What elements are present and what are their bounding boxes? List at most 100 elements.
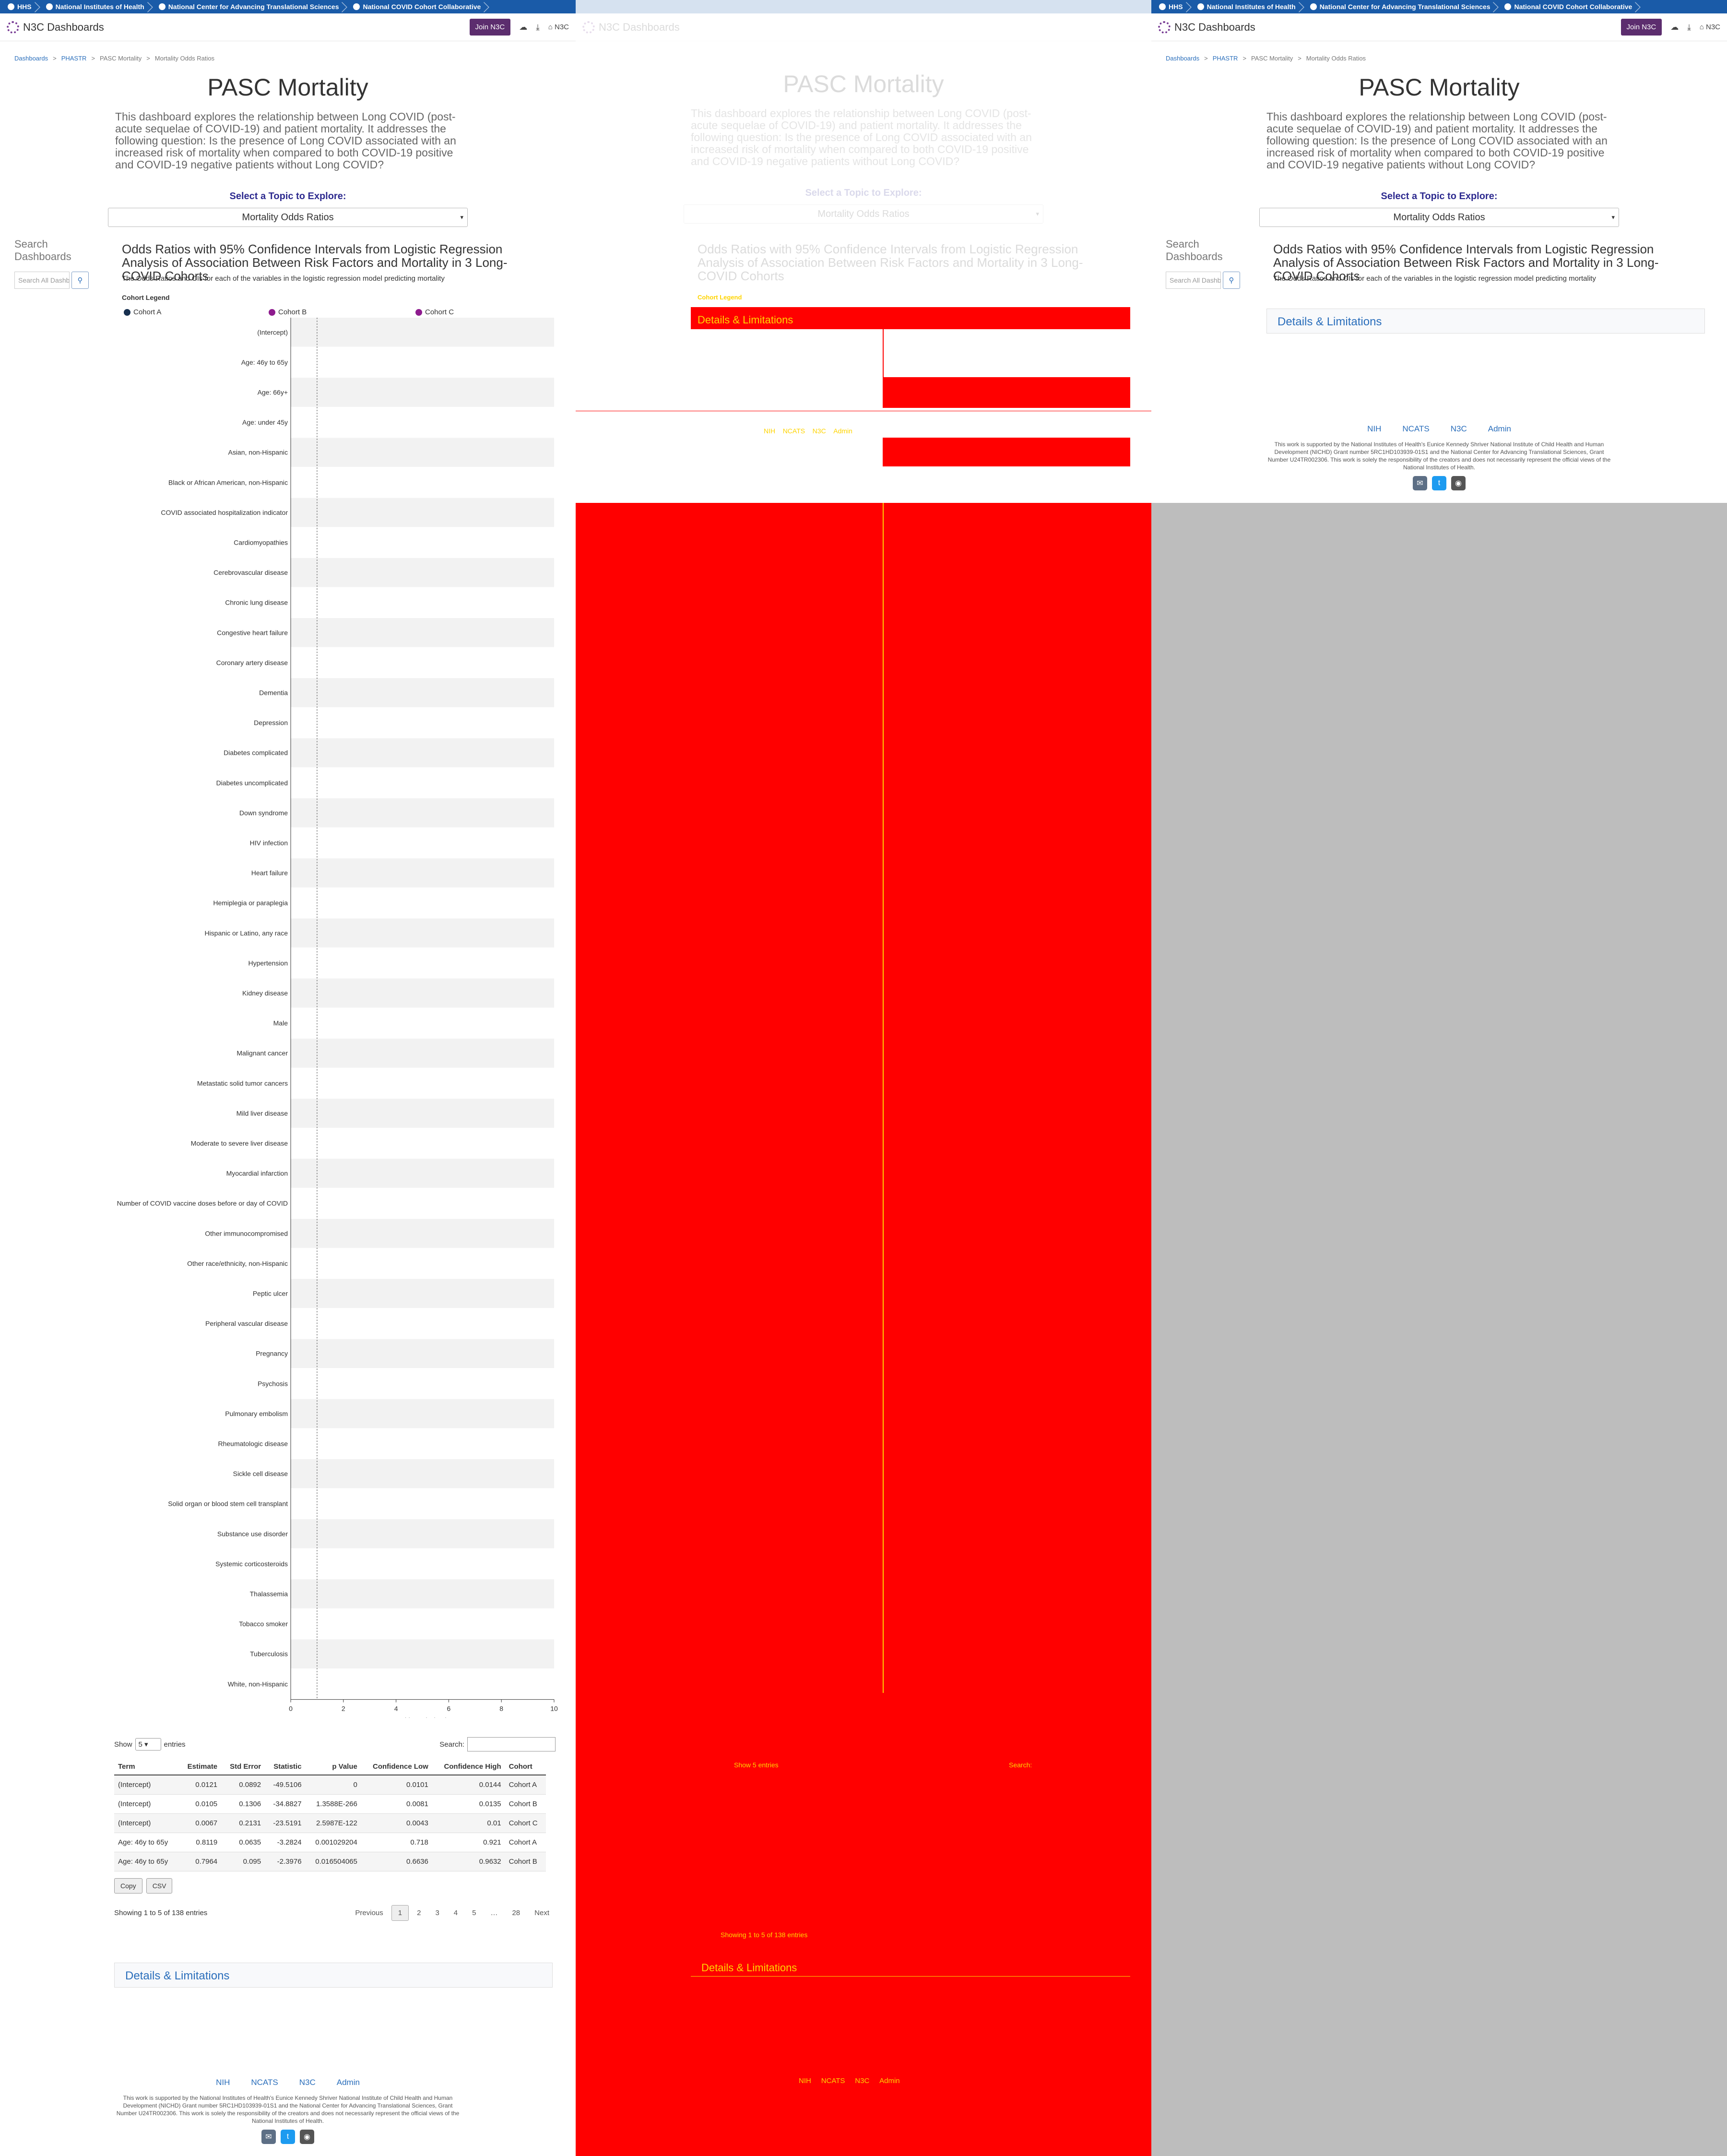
table-search-label: Search: bbox=[1009, 1761, 1032, 1769]
chart-highlight-block bbox=[883, 438, 1130, 466]
topic-select[interactable]: Mortality Odds Ratios bbox=[1259, 208, 1619, 227]
n3c-crumb[interactable]: National COVID Cohort Collaborative bbox=[349, 0, 491, 13]
table-cell: 0.0067 bbox=[179, 1813, 222, 1833]
table-cell: 0.7964 bbox=[179, 1852, 222, 1871]
twitter-icon[interactable]: t bbox=[1432, 476, 1446, 490]
breadcrumb-phastr[interactable]: PHASTR bbox=[1213, 55, 1238, 62]
table-cell: 0.9632 bbox=[432, 1852, 505, 1871]
table-cell: 0.6636 bbox=[361, 1852, 432, 1871]
column-header[interactable]: p Value bbox=[305, 1759, 361, 1775]
copy-button[interactable]: Copy bbox=[114, 1878, 142, 1894]
legend-item-cohort-b[interactable]: Cohort B bbox=[269, 308, 307, 316]
chart-subtitle: The Odds Ratios and CIs for each of the … bbox=[122, 274, 445, 283]
email-icon[interactable]: ✉ bbox=[1413, 476, 1427, 490]
dashboard-search-input[interactable]: Search All Dashboards bbox=[1166, 272, 1221, 289]
breadcrumb: Dashboards > PHASTR > PASC Mortality > Mort… bbox=[1151, 41, 1727, 62]
page-button[interactable]: 5 bbox=[466, 1906, 482, 1920]
y-tick-label: Age: under 45y bbox=[242, 418, 288, 426]
cloud-icon[interactable]: ☁ bbox=[1670, 23, 1679, 32]
y-tick-label: Cerebrovascular disease bbox=[213, 569, 288, 576]
cloud-icon[interactable]: ☁ bbox=[519, 23, 527, 32]
row-band bbox=[291, 678, 554, 707]
ncats-crumb[interactable]: National Center for Advancing Translatio… bbox=[1306, 0, 1501, 13]
n3c-crumb[interactable]: National COVID Cohort Collaborative bbox=[1501, 0, 1643, 13]
column-header[interactable]: Term bbox=[114, 1759, 179, 1775]
footer-link-admin[interactable]: Admin bbox=[1488, 424, 1511, 434]
y-tick-label: Pulmonary embolism bbox=[225, 1410, 288, 1417]
footer-link-nih[interactable]: NIH bbox=[216, 2078, 230, 2087]
footer-link-nih[interactable]: NIH bbox=[1367, 424, 1381, 434]
legend-title: Cohort Legend bbox=[698, 294, 742, 301]
nih-crumb[interactable]: National Institutes of Health bbox=[42, 0, 155, 13]
github-icon[interactable]: ◉ bbox=[300, 2130, 314, 2144]
twitter-icon[interactable]: t bbox=[281, 2130, 295, 2144]
column-header[interactable]: Confidence Low bbox=[361, 1759, 432, 1775]
dashboard-search-input[interactable]: Search All Dashboards bbox=[14, 272, 70, 289]
page-button[interactable]: 28 bbox=[506, 1906, 526, 1920]
y-tick-label: Coronary artery disease bbox=[216, 659, 288, 667]
page-button[interactable]: 3 bbox=[429, 1906, 445, 1920]
entries-label: entries bbox=[758, 1761, 779, 1769]
column-header[interactable]: Statistic bbox=[265, 1759, 306, 1775]
download-icon[interactable]: ⤓ bbox=[1687, 23, 1691, 32]
nih-icon bbox=[1197, 3, 1204, 10]
github-icon[interactable]: ◉ bbox=[1451, 476, 1466, 490]
footer-link-ncats[interactable]: NCATS bbox=[251, 2078, 278, 2087]
join-button[interactable]: Join N3C bbox=[1621, 19, 1662, 36]
topic-select[interactable]: Mortality Odds Ratios bbox=[108, 208, 468, 227]
column-header[interactable]: Cohort bbox=[505, 1759, 546, 1775]
search-button[interactable]: ⚲ bbox=[71, 272, 89, 289]
footer-link-admin[interactable]: Admin bbox=[337, 2078, 360, 2087]
table-cell: (Intercept) bbox=[114, 1813, 179, 1833]
navbar: N3C Dashboards bbox=[576, 13, 1151, 41]
y-tick-label: Other immunocompromised bbox=[205, 1229, 288, 1237]
hhs-agency-bar: HHS National Institutes of Health Nation… bbox=[1151, 0, 1727, 13]
join-button[interactable]: Join N3C bbox=[469, 19, 511, 36]
nih-crumb[interactable]: National Institutes of Health bbox=[1194, 0, 1306, 13]
y-tick-label: Diabetes complicated bbox=[224, 749, 288, 757]
page-button[interactable]: 4 bbox=[448, 1906, 464, 1920]
breadcrumb-dashboards[interactable]: Dashboards bbox=[1166, 55, 1199, 62]
sidebar-heading: Search Dashboards bbox=[14, 238, 71, 262]
csv-button[interactable]: CSV bbox=[146, 1878, 173, 1894]
column-header[interactable]: Confidence High bbox=[432, 1759, 505, 1775]
footer-link-n3c[interactable]: N3C bbox=[1451, 424, 1467, 434]
brand-logo[interactable]: N3C Dashboards bbox=[1158, 21, 1255, 34]
column-header[interactable]: Estimate bbox=[179, 1759, 222, 1775]
breadcrumb-phastr[interactable]: PHASTR bbox=[61, 55, 87, 62]
column-header[interactable]: Std Error bbox=[221, 1759, 265, 1775]
page-button[interactable]: Next bbox=[528, 1906, 556, 1920]
details-limitations-toggle[interactable]: Details & Limitations bbox=[1266, 309, 1705, 334]
brand-logo[interactable]: N3C Dashboards bbox=[7, 21, 104, 34]
panel-overlay-view: N3C Dashboards PASC Mortality This dashb… bbox=[576, 0, 1151, 2156]
details-limitations-toggle[interactable]: Details & Limitations bbox=[114, 1963, 553, 1988]
home-link[interactable]: ⌂ N3C bbox=[1700, 23, 1720, 31]
table-cell: 0 bbox=[305, 1775, 361, 1795]
page-button[interactable]: 1 bbox=[391, 1905, 409, 1921]
search-button[interactable]: ⚲ bbox=[1223, 272, 1240, 289]
legend-item-cohort-c[interactable]: Cohort C bbox=[415, 308, 454, 316]
ncats-crumb[interactable]: National Center for Advancing Translatio… bbox=[155, 0, 350, 13]
hhs-icon bbox=[8, 3, 14, 10]
results-table: Term Estimate Std Error Statistic p Value Con… bbox=[114, 1759, 546, 1871]
email-icon[interactable]: ✉ bbox=[261, 2130, 276, 2144]
topic-select: Mortality Odds Ratios bbox=[684, 204, 1043, 224]
page-button[interactable]: Previous bbox=[349, 1906, 389, 1920]
x-tick-label: 4 bbox=[394, 1705, 398, 1713]
topic-selected-value: Mortality Odds Ratios bbox=[817, 208, 910, 219]
hhs-agency-bar: HHS National Institutes of Health Nation… bbox=[0, 0, 576, 13]
page-button[interactable]: 2 bbox=[411, 1906, 427, 1920]
entries-select[interactable]: 5 ▾ bbox=[135, 1738, 161, 1751]
download-icon[interactable]: ⤓ bbox=[536, 23, 540, 32]
footer-link-ncats[interactable]: NCATS bbox=[1402, 424, 1429, 434]
hhs-crumb[interactable]: HHS bbox=[1155, 0, 1194, 13]
n3c-label: National COVID Cohort Collaborative bbox=[1514, 3, 1632, 11]
row-band bbox=[291, 1639, 554, 1668]
legend-item-cohort-a[interactable]: Cohort A bbox=[124, 308, 161, 316]
home-link[interactable]: ⌂ N3C bbox=[548, 23, 569, 31]
table-search-input[interactable] bbox=[467, 1737, 556, 1751]
footer-link-n3c[interactable]: N3C bbox=[299, 2078, 316, 2087]
hhs-crumb[interactable]: HHS bbox=[4, 0, 42, 13]
breadcrumb-dashboards[interactable]: Dashboards bbox=[14, 55, 48, 62]
show-label: Show bbox=[734, 1761, 751, 1769]
